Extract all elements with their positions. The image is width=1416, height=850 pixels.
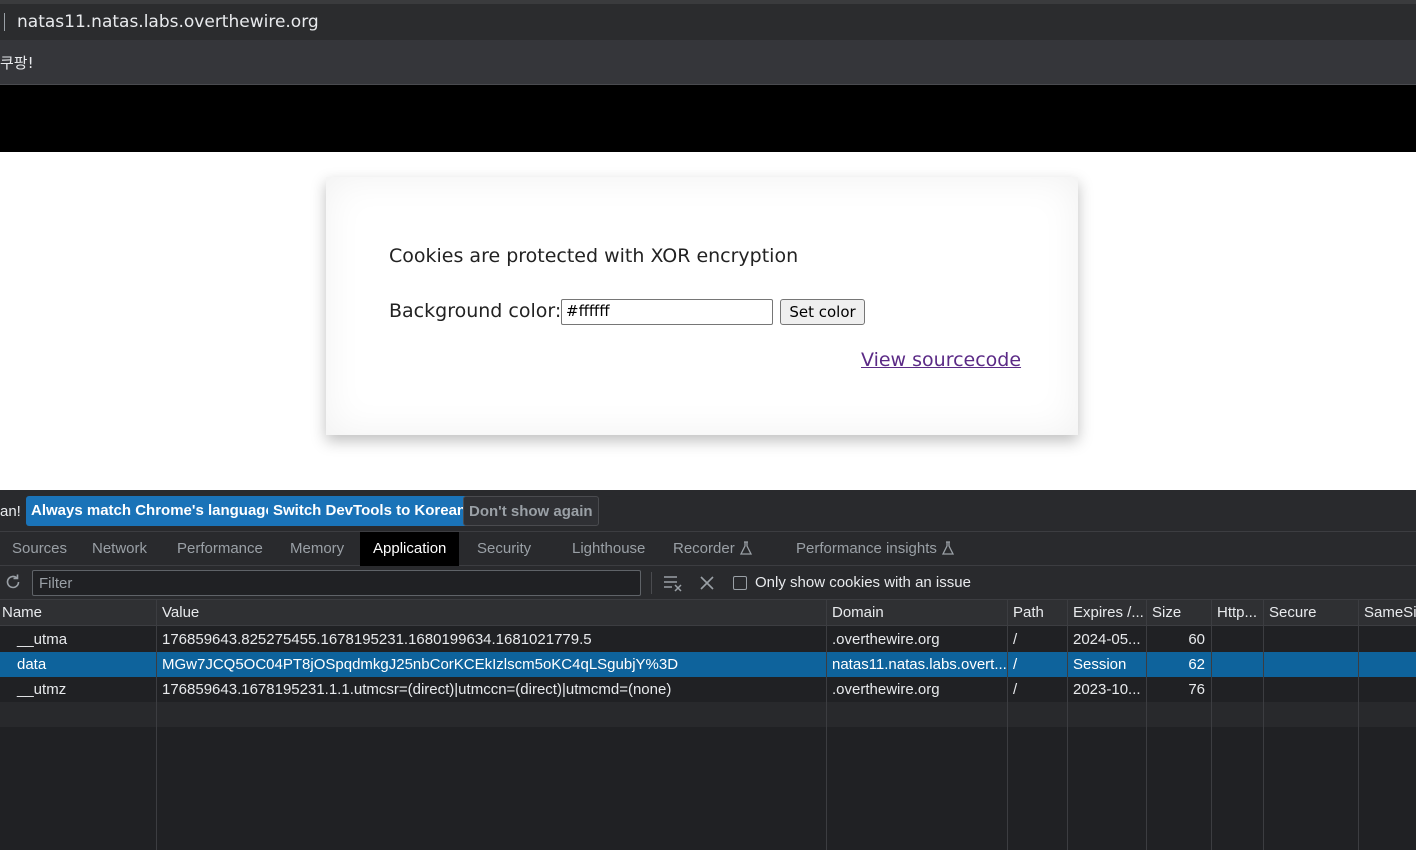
tab-recorder-label: Recorder — [673, 540, 735, 557]
column-httponly[interactable]: Http... — [1212, 600, 1263, 626]
column-divider — [1146, 600, 1147, 850]
table-row-selected[interactable]: data MGw7JCQ5OC04PT8jOSpqdmkgJ25nbCorKCE… — [0, 652, 1416, 677]
bookmarks-bar: 쿠팡! — [0, 40, 1416, 85]
cookie-size: 76 — [1188, 681, 1205, 698]
cookie-value: 176859643.825275455.1678195231.168019963… — [162, 631, 592, 648]
cookie-value: MGw7JCQ5OC04PT8jOSpqdmkgJ25nbCorKCEkIzls… — [162, 656, 679, 673]
column-domain[interactable]: Domain — [827, 600, 1007, 626]
column-divider — [1211, 600, 1212, 850]
devtools-tabs: Sources Network Performance Memory Appli… — [0, 532, 1416, 566]
cookie-size: 62 — [1188, 656, 1205, 673]
column-size[interactable]: Size — [1147, 600, 1211, 626]
tab-security[interactable]: Security — [477, 532, 531, 566]
flask-icon — [941, 541, 954, 555]
column-divider — [156, 600, 157, 850]
text-caret — [4, 13, 5, 31]
cookie-path: / — [1013, 681, 1018, 698]
column-divider — [826, 600, 827, 850]
tab-sources[interactable]: Sources — [12, 532, 67, 566]
infobar-message: an! — [0, 503, 21, 520]
cookie-size: 60 — [1188, 631, 1205, 648]
tab-lighthouse[interactable]: Lighthouse — [572, 532, 645, 566]
switch-devtools-korean-button[interactable]: Switch DevTools to Korean — [268, 496, 472, 526]
language-infobar: an! Always match Chrome's language Switc… — [0, 490, 1416, 532]
column-path[interactable]: Path — [1008, 600, 1067, 626]
tab-recorder[interactable]: Recorder — [673, 532, 752, 566]
cookie-value: 176859643.1678195231.1.1.utmcsr=(direct)… — [162, 681, 672, 698]
refresh-icon[interactable] — [4, 573, 22, 591]
cookie-expires: Session — [1073, 656, 1127, 673]
url-text[interactable]: natas11.natas.labs.overthewire.org — [17, 12, 319, 32]
column-secure[interactable]: Secure — [1264, 600, 1358, 626]
devtools-panel: an! Always match Chrome's language Switc… — [0, 490, 1416, 850]
table-row[interactable]: __utmz 176859643.1678195231.1.1.utmcsr=(… — [0, 677, 1416, 702]
column-divider — [1067, 600, 1068, 850]
column-value[interactable]: Value — [157, 600, 826, 626]
column-divider — [1263, 600, 1264, 850]
address-bar[interactable]: natas11.natas.labs.overthewire.org — [0, 0, 1416, 40]
cookie-domain: .overthewire.org — [832, 631, 940, 648]
cookie-expires: 2024-05... — [1073, 631, 1141, 648]
tab-memory[interactable]: Memory — [290, 532, 344, 566]
cookie-name: __utmz — [17, 681, 67, 698]
bookmark-item[interactable]: 쿠팡! — [0, 52, 34, 73]
cookie-domain: natas11.natas.labs.overt... — [832, 656, 1007, 673]
cookie-path: / — [1013, 656, 1018, 673]
cookie-name: __utma — [17, 631, 68, 648]
flask-icon — [739, 541, 752, 555]
view-sourcecode-link[interactable]: View sourcecode — [861, 349, 1021, 371]
bg-color-label: Background color: — [389, 300, 562, 322]
cookie-domain: .overthewire.org — [832, 681, 940, 698]
content-card: Cookies are protected with XOR encryptio… — [326, 177, 1078, 435]
column-name[interactable]: Name — [0, 600, 156, 626]
tab-performance-insights[interactable]: Performance insights — [796, 532, 954, 566]
only-issue-label: Only show cookies with an issue — [755, 574, 971, 591]
tab-network[interactable]: Network — [92, 532, 147, 566]
column-divider — [1007, 600, 1008, 850]
always-match-language-button[interactable]: Always match Chrome's language — [26, 496, 279, 526]
page-viewport: Cookies are protected with XOR encryptio… — [0, 85, 1416, 490]
column-divider — [1358, 600, 1359, 850]
cookie-path: / — [1013, 631, 1018, 648]
cookies-table: Name Value Domain Path Expires /... Size… — [0, 600, 1416, 850]
cookie-expires: 2023-10... — [1073, 681, 1141, 698]
cookie-name: data — [17, 656, 47, 673]
close-icon[interactable] — [698, 574, 716, 592]
filter-input[interactable]: Filter — [32, 570, 641, 596]
column-samesite[interactable]: SameSit — [1359, 600, 1416, 626]
toolbar-divider — [651, 572, 652, 594]
set-color-button[interactable]: Set color — [780, 299, 865, 325]
table-header: Name Value Domain Path Expires /... Size… — [0, 600, 1416, 626]
column-expires[interactable]: Expires /... — [1068, 600, 1146, 626]
tab-performance[interactable]: Performance — [177, 532, 263, 566]
table-row[interactable]: __utma 176859643.825275455.1678195231.16… — [0, 627, 1416, 652]
tab-application[interactable]: Application — [360, 532, 460, 566]
page-heading: Cookies are protected with XOR encryptio… — [389, 245, 799, 267]
cookies-toolbar: Filter Only show cookies with an issue — [0, 566, 1416, 600]
tab-performance-insights-label: Performance insights — [796, 540, 937, 557]
page-banner — [0, 85, 1416, 152]
clear-filtered-icon[interactable] — [662, 573, 684, 593]
empty-row — [0, 702, 1416, 727]
dont-show-again-button[interactable]: Don't show again — [463, 496, 599, 526]
bg-color-input[interactable]: #ffffff — [561, 299, 773, 325]
only-issue-checkbox[interactable] — [733, 576, 747, 590]
